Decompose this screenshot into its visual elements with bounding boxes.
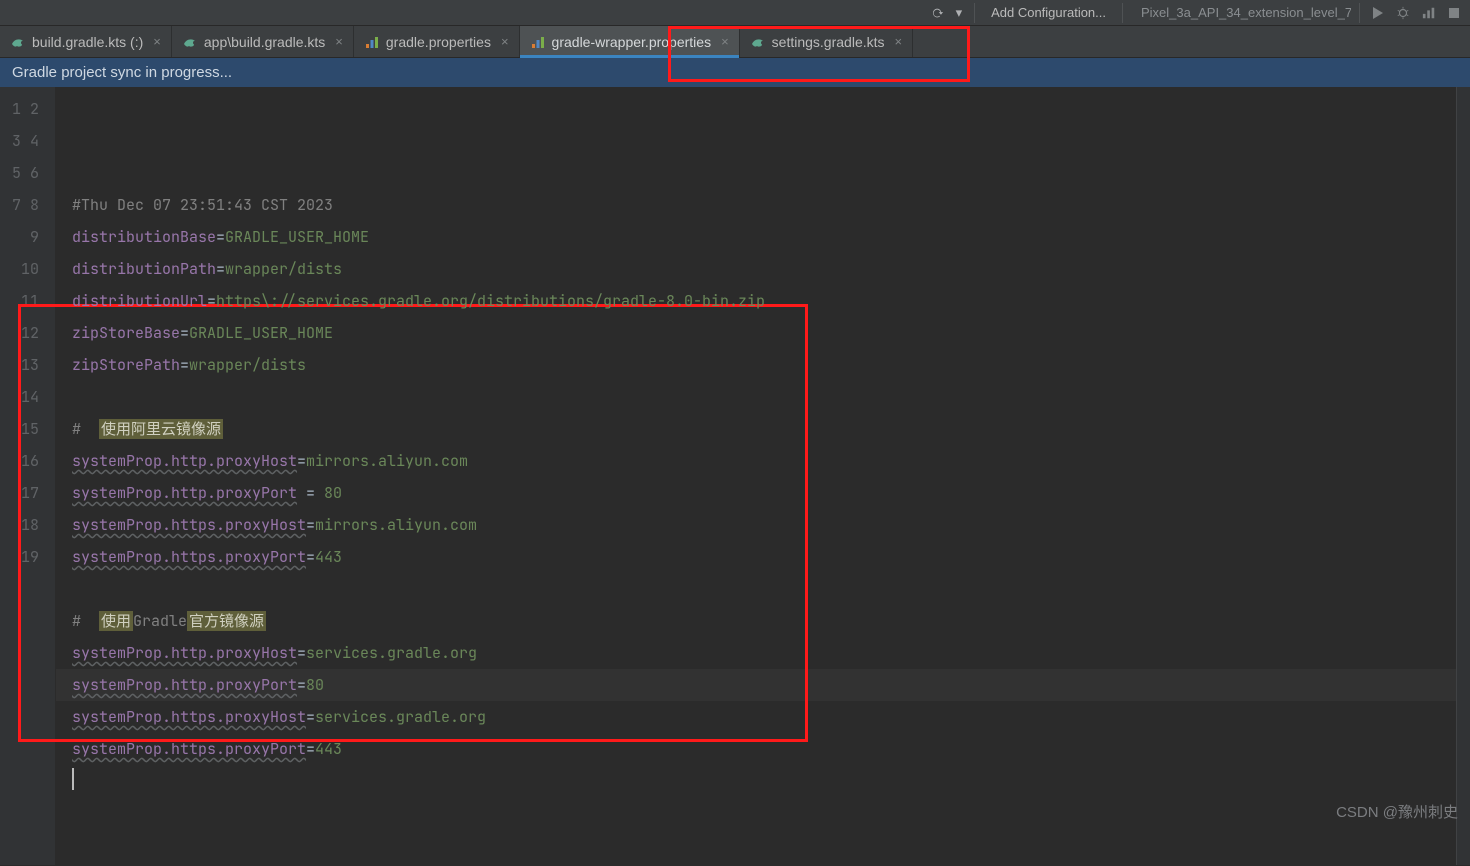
close-icon[interactable]: ×	[501, 34, 509, 49]
line-gutter: 1 2 3 4 5 6 7 8 9 10 11 12 13 14 15 16 1…	[0, 87, 56, 865]
gradle-icon	[750, 34, 766, 50]
properties-icon	[364, 34, 380, 50]
device-selector[interactable]: Pixel_3a_API_34_extension_level_7_x...	[1131, 5, 1351, 20]
editor-tabs: build.gradle.kts (:)×app\build.gradle.kt…	[0, 26, 1470, 58]
gradle-icon	[182, 34, 198, 50]
gradle-icon	[10, 34, 26, 50]
editor-area: 1 2 3 4 5 6 7 8 9 10 11 12 13 14 15 16 1…	[0, 87, 1470, 865]
tab-label: build.gradle.kts (:)	[32, 34, 143, 50]
close-icon[interactable]: ×	[335, 34, 343, 49]
close-icon[interactable]: ×	[721, 34, 729, 49]
sync-status-bar: Gradle project sync in progress...	[0, 58, 1470, 87]
device-label: Pixel_3a_API_34_extension_level_7_x...	[1141, 5, 1351, 20]
sync-icon[interactable]	[926, 4, 948, 22]
code-content[interactable]: #Thu Dec 07 23:51:43 CST 2023distributio…	[56, 87, 1470, 865]
tab-label: gradle.properties	[386, 34, 491, 50]
tab-label: gradle-wrapper.properties	[552, 34, 712, 50]
tab-1[interactable]: app\build.gradle.kts ×	[172, 26, 354, 57]
watermark: CSDN @豫州刺史	[1336, 801, 1458, 822]
debug-icon[interactable]	[1392, 4, 1414, 22]
stop-icon[interactable]	[1444, 5, 1464, 21]
tab-label: settings.gradle.kts	[772, 34, 885, 50]
add-configuration-button[interactable]: Add Configuration...	[983, 5, 1114, 20]
tab-3[interactable]: gradle-wrapper.properties ×	[520, 26, 740, 57]
tab-label: app\build.gradle.kts	[204, 34, 325, 50]
main-toolbar: ▾ Add Configuration... Pixel_3a_API_34_e…	[0, 0, 1470, 26]
dropdown-arrow-icon[interactable]: ▾	[952, 3, 967, 23]
profile-icon[interactable]	[1418, 4, 1440, 22]
tab-2[interactable]: gradle.properties ×	[354, 26, 520, 57]
run-icon[interactable]	[1368, 4, 1388, 22]
tab-0[interactable]: build.gradle.kts (:) ×	[0, 26, 172, 57]
properties-icon	[530, 34, 546, 50]
close-icon[interactable]: ×	[895, 34, 903, 49]
close-icon[interactable]: ×	[153, 34, 161, 49]
status-text: Gradle project sync in progress...	[12, 64, 232, 81]
tab-4[interactable]: settings.gradle.kts ×	[740, 26, 913, 57]
